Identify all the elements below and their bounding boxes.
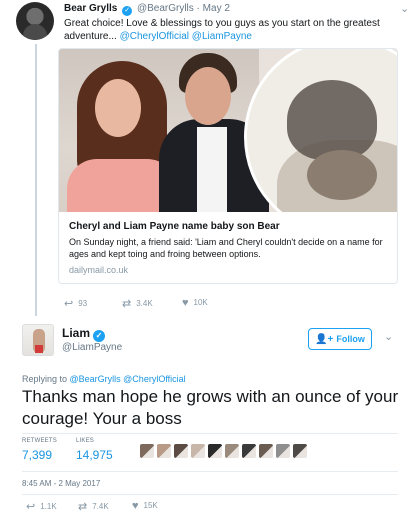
liker-avatar[interactable]: [140, 444, 154, 458]
follow-button[interactable]: 👤+ Follow: [308, 328, 372, 350]
liker-avatar[interactable]: [259, 444, 273, 458]
avatar[interactable]: [16, 2, 54, 40]
like-action[interactable]: ♥ 15K: [132, 500, 158, 512]
retweet-icon: ⇄: [78, 501, 88, 513]
chevron-down-icon[interactable]: ⌄: [384, 330, 393, 343]
tweet-text: Thanks man hope he grows with an ounce o…: [22, 387, 399, 428]
verified-icon: ✓: [122, 6, 133, 16]
heart-icon: ♥: [132, 500, 139, 512]
avatar[interactable]: [22, 324, 54, 356]
tweet-actions: ↩ 93 ⇄ 3.4K ♥ 10K: [64, 297, 284, 311]
likes-label: LIKES: [76, 438, 95, 444]
replying-prefix: Replying to: [22, 374, 70, 384]
retweets-stat[interactable]: RETWEETS 7,399: [22, 437, 57, 462]
card-description: On Sunday night, a friend said: 'Liam an…: [69, 237, 383, 259]
thread-connector: [35, 44, 37, 316]
replying-mentions[interactable]: @BearGrylls @CherylOfficial: [70, 374, 186, 384]
reply-count: 93: [78, 299, 88, 308]
like-count: 15K: [143, 501, 158, 510]
liker-avatar[interactable]: [242, 444, 256, 458]
add-user-icon: 👤+: [315, 334, 334, 345]
reply-action[interactable]: ↩ 93: [64, 297, 87, 310]
liker-avatar[interactable]: [208, 444, 222, 458]
likes-count: 14,975: [76, 448, 113, 462]
mention-links[interactable]: @CherylOfficial @LiamPayne: [120, 31, 252, 42]
retweet-action[interactable]: ⇄ 7.4K: [78, 500, 109, 513]
liker-avatar[interactable]: [191, 444, 205, 458]
retweets-label: RETWEETS: [22, 438, 57, 444]
liker-avatar[interactable]: [293, 444, 307, 458]
liker-avatar[interactable]: [276, 444, 290, 458]
liker-avatar[interactable]: [174, 444, 188, 458]
likes-stat[interactable]: LIKES 14,975: [76, 437, 113, 462]
chevron-down-icon[interactable]: ⌄: [400, 2, 409, 15]
tweet-timestamp[interactable]: 8:45 AM - 2 May 2017: [22, 479, 100, 488]
divider: [22, 471, 398, 472]
author-handle[interactable]: @BearGrylls: [137, 3, 194, 14]
tweet-header: Bear Grylls ✓ @BearGrylls · May 2: [64, 2, 410, 16]
retweets-count: 7,399: [22, 448, 53, 462]
card-image: [59, 49, 397, 212]
author-name[interactable]: Liam: [62, 326, 90, 340]
sketch-photo: [244, 49, 397, 212]
author-handle[interactable]: @LiamPayne: [62, 342, 122, 353]
retweet-action[interactable]: ⇄ 3.4K: [122, 297, 153, 310]
link-card[interactable]: Cheryl and Liam Payne name baby son Bear…: [58, 48, 398, 284]
tweet-actions: ↩ 1.1K ⇄ 7.4K ♥ 15K: [22, 500, 222, 514]
like-count: 10K: [193, 298, 208, 307]
retweet-icon: ⇄: [122, 298, 132, 310]
retweet-count: 7.4K: [92, 502, 109, 511]
reply-icon: ↩: [64, 298, 74, 310]
tweet-date[interactable]: May 2: [203, 3, 230, 14]
reply-action[interactable]: ↩ 1.1K: [26, 500, 57, 513]
card-title: Cheryl and Liam Payne name baby son Bear: [69, 221, 280, 232]
tweet-text: Great choice! Love & blessings to you gu…: [64, 17, 410, 43]
card-domain: dailymail.co.uk: [69, 265, 129, 275]
author-name[interactable]: Bear Grylls: [64, 3, 117, 14]
author-name-row[interactable]: Liam ✓: [62, 326, 107, 342]
liker-avatar[interactable]: [157, 444, 171, 458]
replying-to: Replying to @BearGrylls @CherylOfficial: [22, 374, 186, 384]
main-tweet: Liam ✓ @LiamPayne 👤+ Follow ⌄ Replying to …: [0, 316, 420, 525]
retweet-count: 3.4K: [136, 299, 153, 308]
reply-count: 1.1K: [40, 502, 57, 511]
verified-icon: ✓: [93, 330, 106, 342]
follow-label: Follow: [336, 334, 365, 344]
divider: [22, 433, 398, 434]
heart-icon: ♥: [182, 297, 189, 309]
liker-avatar[interactable]: [225, 444, 239, 458]
like-action[interactable]: ♥ 10K: [182, 297, 208, 309]
separator: ·: [196, 3, 200, 14]
divider: [22, 494, 398, 495]
reply-icon: ↩: [26, 501, 36, 513]
couple-photo: [59, 49, 269, 212]
